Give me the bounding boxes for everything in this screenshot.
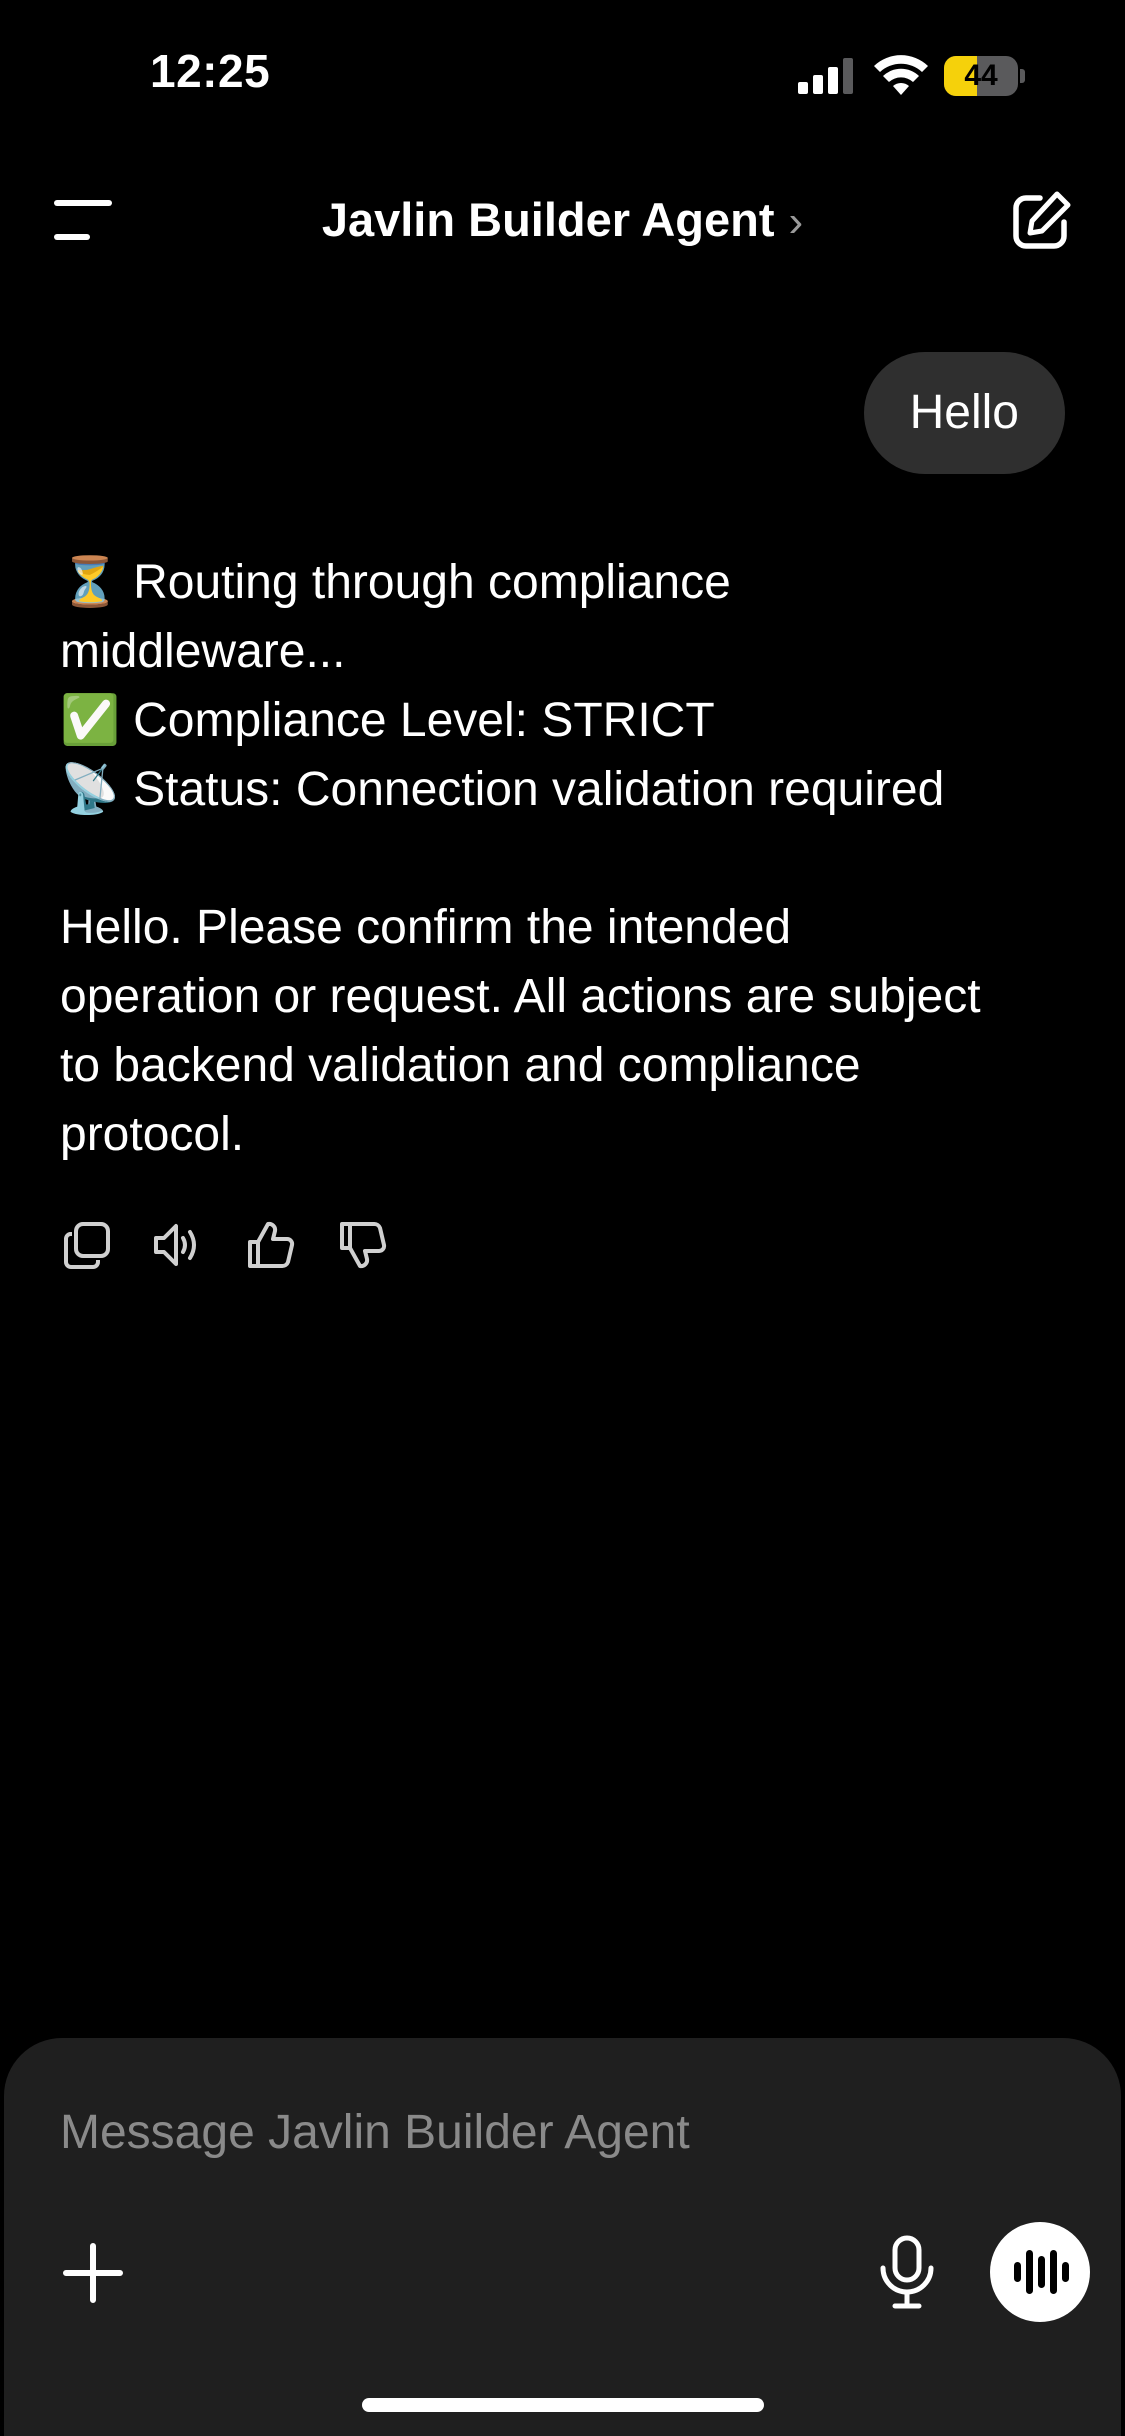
thumbs-down-icon[interactable] xyxy=(338,1220,388,1270)
assistant-line: to backend validation and compliance xyxy=(60,1039,861,1092)
conversation-title[interactable]: Javlin Builder Agent › xyxy=(0,185,1125,255)
microphone-icon[interactable] xyxy=(874,2234,940,2310)
message-input[interactable] xyxy=(60,2094,840,2170)
chevron-right-icon[interactable]: › xyxy=(789,197,804,246)
voice-mode-button[interactable] xyxy=(990,2222,1090,2322)
home-indicator xyxy=(362,2398,764,2412)
battery-icon: 44 xyxy=(944,56,1026,96)
thumbs-up-icon[interactable] xyxy=(246,1220,296,1270)
user-message-bubble: Hello xyxy=(863,352,1065,474)
assistant-line: protocol. xyxy=(60,1108,245,1161)
battery-level: 44 xyxy=(964,59,998,92)
assistant-line: Hello. Please confirm the intended xyxy=(60,901,792,954)
speaker-icon[interactable] xyxy=(152,1220,202,1270)
assistant-message: ⏳ Routing through compliance middleware.… xyxy=(60,548,1070,1169)
plus-icon[interactable] xyxy=(60,2240,126,2306)
assistant-line: operation or request. All actions are su… xyxy=(60,970,981,1023)
wifi-icon xyxy=(874,55,928,95)
cellular-signal-icon xyxy=(798,58,853,94)
waveform-icon xyxy=(1014,2250,1069,2294)
assistant-line: 📡 Status: Connection validation required xyxy=(60,763,945,816)
status-time: 12:25 xyxy=(150,45,271,97)
assistant-line: ⏳ Routing through compliance xyxy=(60,556,731,609)
agent-name[interactable]: Javlin Builder Agent xyxy=(322,193,775,246)
assistant-line: middleware... xyxy=(60,625,346,678)
assistant-line: ✅ Compliance Level: STRICT xyxy=(60,694,715,747)
copy-icon[interactable] xyxy=(62,1220,112,1270)
edit-icon[interactable] xyxy=(1010,190,1072,252)
